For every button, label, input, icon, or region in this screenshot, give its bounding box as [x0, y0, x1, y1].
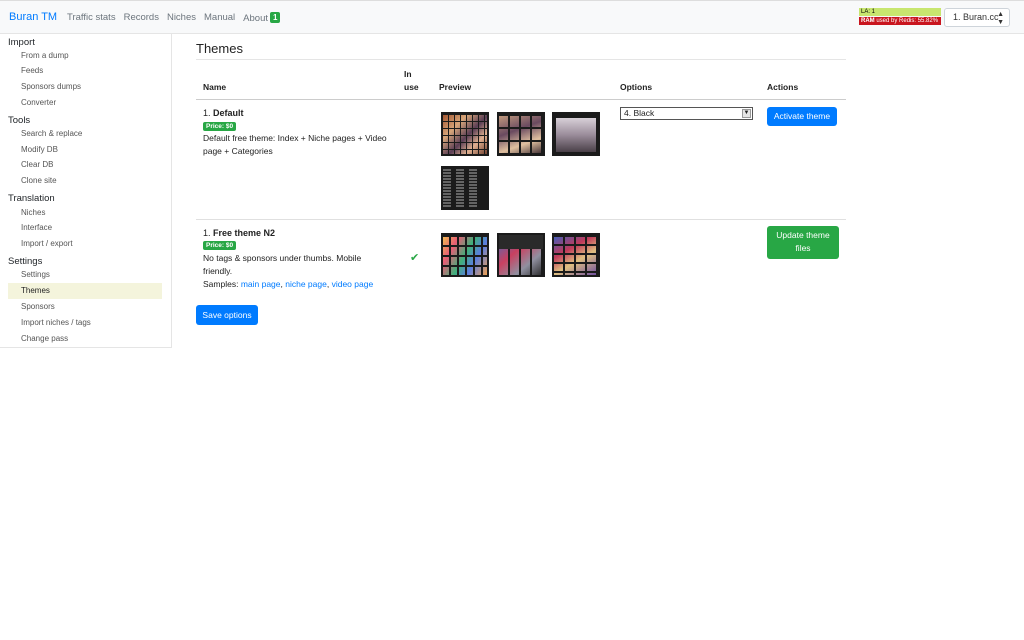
theme-options-select[interactable]: 4. Black ▼ [620, 107, 753, 120]
sidebar-item-search-replace[interactable]: Search & replace [8, 126, 162, 142]
preview-thumbnail[interactable] [441, 162, 489, 210]
nav-links: Traffic stats Records Niches Manual Abou… [67, 12, 288, 24]
sidebar-item-clone-site[interactable]: Clone site [8, 173, 162, 189]
theme-description-line2: friendly. [203, 266, 233, 276]
sidebar-item-modify-db[interactable]: Modify DB [8, 142, 162, 158]
nav-about[interactable]: About 1 [243, 12, 281, 24]
page-title: Themes [196, 41, 243, 56]
preview-thumbnail[interactable] [441, 229, 489, 277]
nav-manual[interactable]: Manual [204, 12, 235, 24]
nav-niches[interactable]: Niches [167, 12, 196, 24]
sidebar-item-import-export[interactable]: Import / export [8, 236, 162, 252]
column-header-in-use-line2: use [404, 82, 419, 92]
header-divider [196, 99, 846, 100]
row-divider [196, 219, 846, 220]
column-header-preview: Preview [439, 82, 472, 92]
column-header-actions: Actions [767, 82, 799, 92]
theme-number: 1. [203, 108, 211, 118]
theme-description-line1: No tags & sponsors under thumbs. Mobile [203, 253, 362, 263]
save-options-button[interactable]: Save options [196, 305, 258, 325]
preview-thumbnail[interactable] [441, 108, 489, 156]
sidebar-item-themes[interactable]: Themes [8, 283, 162, 299]
update-theme-files-line1: Update theme [776, 230, 830, 240]
sidebar-item-feeds[interactable]: Feeds [8, 63, 162, 79]
about-badge: 1 [270, 12, 281, 23]
sample-link-main-page[interactable]: main page [241, 279, 281, 289]
sort-icon: ▲ ▼ [997, 11, 1004, 26]
theme-description-line1: Default free theme: Index + Niche pages … [203, 133, 387, 143]
title-divider [196, 59, 846, 60]
sidebar-item-from-a-dump[interactable]: From a dump [8, 48, 162, 64]
server-stats: LA: 1 RAM used by Redis: 55.82% [859, 8, 941, 25]
price-badge: Price: $0 [203, 241, 237, 250]
site-select[interactable]: 1. Buran.cc ▲ ▼ [944, 8, 1010, 27]
ram-usage-bar: RAM used by Redis: 55.82% [859, 17, 941, 25]
sidebar-heading-settings: Settings [8, 256, 43, 267]
sidebar-item-sponsors-dumps[interactable]: Sponsors dumps [8, 79, 162, 95]
nav-records[interactable]: Records [124, 12, 159, 24]
update-theme-files-button[interactable]: Update theme files [767, 226, 839, 259]
caret-down-icon: ▼ [742, 109, 751, 118]
check-icon: ✔ [410, 252, 420, 264]
sidebar-item-converter[interactable]: Converter [8, 95, 162, 111]
theme-description: No tags & sponsors under thumbs. Mobile … [203, 252, 403, 291]
theme-options-value: 4. Black [624, 108, 655, 118]
sidebar-item-import-niches-tags[interactable]: Import niches / tags [8, 315, 162, 331]
price-badge: Price: $0 [203, 122, 237, 131]
ram-label: RAM [861, 18, 875, 24]
theme-description-line2: page + Categories [203, 146, 273, 156]
load-average-bar: LA: 1 [859, 8, 941, 16]
sidebar-item-change-pass[interactable]: Change pass [8, 331, 162, 347]
theme-number: 1. [203, 228, 211, 238]
column-header-in-use-line1: In [404, 69, 412, 79]
site-select-value: 1. Buran.cc [953, 12, 999, 22]
sample-link-video-page[interactable]: video page [332, 279, 374, 289]
column-header-name: Name [203, 82, 227, 92]
sidebar-heading-tools: Tools [8, 115, 31, 126]
theme-description: Default free theme: Index + Niche pages … [203, 132, 403, 158]
column-header-options: Options [620, 82, 653, 92]
activate-theme-button[interactable]: Activate theme [767, 107, 837, 126]
brand-link[interactable]: Buran TM [9, 11, 57, 23]
sample-link-niche-page[interactable]: niche page [285, 279, 327, 289]
sidebar-item-settings[interactable]: Settings [8, 267, 162, 283]
sidebar-heading-translation: Translation [8, 193, 55, 204]
theme-name-free-n2: 1. Free theme N2 [203, 228, 275, 238]
nav-traffic-stats[interactable]: Traffic stats [67, 12, 116, 24]
sidebar-item-clear-db[interactable]: Clear DB [8, 157, 162, 173]
samples-label: Samples: [203, 279, 239, 289]
theme-name-default: 1. Default [203, 108, 244, 118]
sidebar-item-interface[interactable]: Interface [8, 220, 162, 236]
theme-title: Free theme N2 [213, 228, 276, 238]
theme-samples: Samples: main page, niche page, video pa… [203, 279, 374, 289]
preview-thumbnail[interactable] [552, 108, 600, 156]
sidebar: Import From a dump Feeds Sponsors dumps … [0, 34, 172, 348]
sidebar-item-niches[interactable]: Niches [8, 205, 162, 221]
ram-text: used by Redis: 55.82% [876, 18, 939, 24]
theme-title: Default [213, 108, 244, 118]
preview-thumbnail[interactable] [497, 229, 545, 277]
sidebar-item-sponsors[interactable]: Sponsors [8, 299, 162, 315]
sidebar-heading-import: Import [8, 37, 35, 48]
update-theme-files-line2: files [795, 243, 811, 253]
preview-thumbnail[interactable] [552, 229, 600, 277]
preview-thumbnail[interactable] [497, 108, 545, 156]
top-navbar: Buran TM Traffic stats Records Niches Ma… [0, 0, 1024, 34]
nav-about-label: About [243, 13, 268, 24]
